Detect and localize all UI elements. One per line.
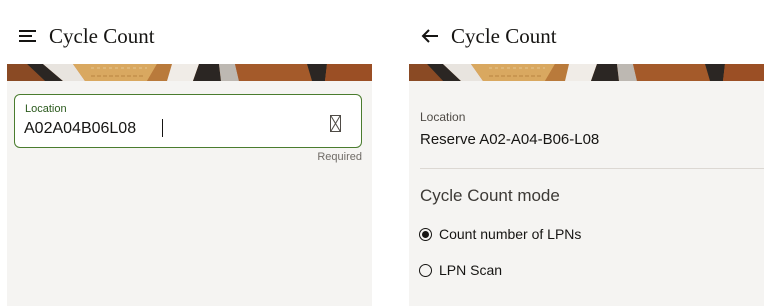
radio-dot: [422, 230, 429, 238]
page-title: Cycle Count: [49, 23, 155, 48]
left-app-header: Cycle Count: [7, 8, 372, 64]
decorative-banner: [7, 64, 372, 81]
required-hint: Required: [317, 151, 362, 163]
location-value: Reserve A02-A04-B06-L08: [420, 131, 600, 148]
location-label: Location: [420, 110, 466, 124]
location-label: Location: [25, 103, 67, 115]
location-input[interactable]: [24, 117, 314, 141]
divider: [420, 168, 764, 169]
back-arrow-icon[interactable]: [421, 27, 439, 45]
radio-lpn-scan[interactable]: LPN Scan: [419, 262, 502, 278]
radio-label: Count number of LPNs: [439, 226, 582, 242]
hamburger-menu-icon[interactable]: [19, 27, 37, 45]
page-title: Cycle Count: [451, 23, 557, 48]
right-screen: Cycle Count Location Reserve A02-A04-B06…: [409, 8, 764, 306]
radio-unselected-icon[interactable]: [419, 263, 432, 277]
radio-label: LPN Scan: [439, 262, 503, 278]
left-screen: Cycle Count Location A02A04B06L08 Requir…: [7, 8, 372, 306]
barcode-scan-icon[interactable]: [330, 115, 341, 132]
right-app-header: Cycle Count: [409, 8, 764, 64]
radio-count-number-of-lpns[interactable]: Count number of LPNs: [419, 226, 581, 242]
cycle-count-mode-title: Cycle Count mode: [420, 186, 560, 205]
text-caret: [162, 119, 163, 137]
location-field[interactable]: Location: [14, 94, 362, 148]
radio-selected-icon[interactable]: [419, 227, 432, 241]
decorative-banner: [409, 64, 764, 81]
